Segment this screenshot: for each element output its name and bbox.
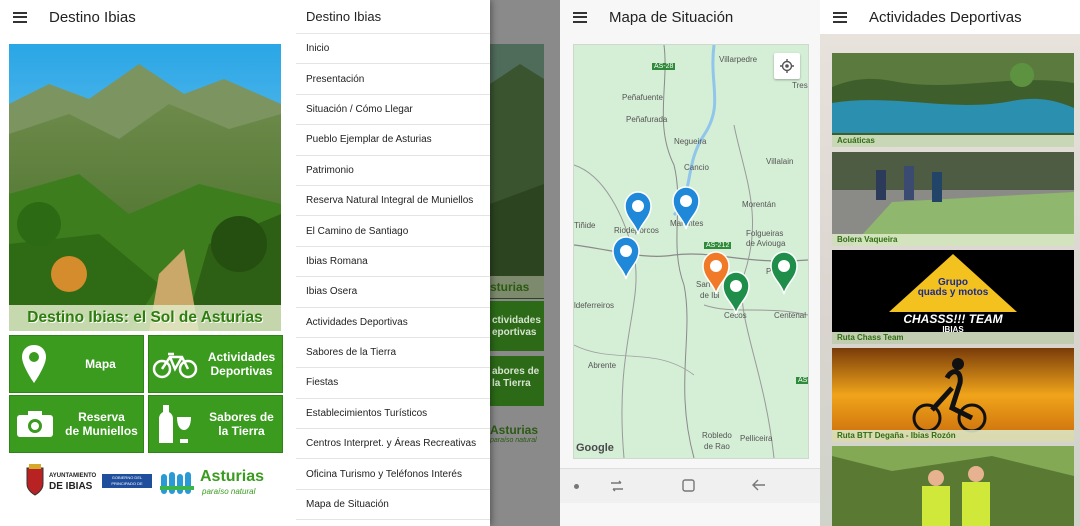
- app-title: Destino Ibias: [49, 8, 136, 26]
- menu-item-centros-interpret-y-areas-recreativas[interactable]: Centros Interpret. y Áreas Recreativas: [296, 429, 490, 460]
- tile-caption: Ruta Chass Team: [832, 332, 1074, 344]
- map-label: AS-28: [652, 63, 676, 70]
- home-screen: Destino Ibias Destino Ibias: el Sol de A…: [0, 0, 290, 526]
- menu-item-actividades-deportivas[interactable]: Actividades Deportivas: [296, 308, 490, 338]
- sabores-tierra-button[interactable]: Sabores de la Tierra: [148, 395, 283, 453]
- drawer-screen: sturias ctividades eportivas abores de la …: [296, 0, 560, 526]
- map-label: de Rao: [704, 442, 730, 451]
- dimmed-hero: [490, 44, 544, 299]
- map-label: Cecos: [724, 311, 747, 320]
- map-label: Villalain: [766, 157, 794, 166]
- drawer-menu: Inicio Presentación Situación / Cómo Llega…: [296, 34, 490, 521]
- map-label: Pelliceira: [740, 434, 773, 443]
- nav-dot-icon[interactable]: [574, 484, 579, 489]
- map-view[interactable]: AS-28 Villarpedre Peñafuente Peñafurada Negu…: [573, 44, 809, 459]
- app-title: Actividades Deportivas: [869, 8, 1022, 26]
- map-label: Riodeporcos: [614, 226, 659, 235]
- menu-item-reserva-natural-integral-de-muniellos[interactable]: Reserva Natural Integral de Muniellos: [296, 186, 490, 217]
- menu-item-inicio[interactable]: Inicio: [296, 34, 490, 65]
- tile-bolera-vaqueira[interactable]: Bolera Vaqueira: [832, 152, 1074, 246]
- map-roads: [574, 45, 808, 458]
- menu-icon[interactable]: [13, 11, 27, 23]
- mapa-button[interactable]: Mapa: [9, 335, 144, 393]
- map-label: Folgueiras: [746, 229, 784, 238]
- menu-item-pueblo-ejemplar-de-asturias[interactable]: Pueblo Ejemplar de Asturias: [296, 125, 490, 156]
- menu-icon[interactable]: [833, 11, 847, 23]
- sponsor-logos: AYUNTAMIENTO DE IBIAS GOBIERNO DEL PRINCI…: [20, 462, 270, 502]
- crosshair-icon: [780, 59, 794, 73]
- map-label: de Ibi: [700, 291, 720, 300]
- bottle-glass-icon: [149, 403, 201, 445]
- app-bar: Mapa de Situación: [560, 0, 733, 34]
- dimmed-background[interactable]: sturias ctividades eportivas abores de la …: [490, 0, 560, 526]
- reserva-muniellos-button[interactable]: Reserva de Muniellos: [9, 395, 144, 453]
- map-label: Marentes: [670, 219, 704, 228]
- map-label: Peñafuente: [622, 93, 663, 102]
- map-label: Centenal: [774, 311, 807, 320]
- map-label: Peñafurada: [626, 115, 668, 124]
- app-title: Mapa de Situación: [609, 8, 734, 26]
- tile-acuaticas[interactable]: Acuáticas: [832, 53, 1074, 147]
- map-label: Negueira: [674, 137, 707, 146]
- menu-item-ibias-osera[interactable]: Ibias Osera: [296, 277, 490, 308]
- map-label: Morentán: [742, 200, 776, 209]
- map-label: Villarpedre: [719, 55, 758, 64]
- gobierno-asturias-logo: GOBIERNO DEL PRINCIPADO DE ASTURIAS: [102, 466, 154, 498]
- tile-caption: Bolera Vaqueira: [832, 234, 1074, 246]
- map-label: AS-212: [704, 242, 732, 249]
- system-nav-bar: [560, 468, 820, 503]
- map-label: Cancio: [684, 163, 709, 172]
- bicycle-icon: [149, 349, 201, 379]
- map-marker-icon: [10, 344, 58, 384]
- menu-item-sabores-de-la-tierra[interactable]: Sabores de la Tierra: [296, 338, 490, 369]
- navigation-drawer: Destino Ibias Inicio Presentación Situació…: [296, 0, 490, 526]
- menu-item-establecimientos-turisticos[interactable]: Establecimientos Turísticos: [296, 399, 490, 430]
- tile-ruta-btt[interactable]: Ruta BTT Degaña - Ibias Rozón: [832, 348, 1074, 442]
- asturias-paraiso-logo: Asturias paraíso natural: [160, 466, 270, 498]
- map-label: Tres: [792, 81, 808, 90]
- menu-icon[interactable]: [573, 11, 587, 23]
- menu-item-patrimonio[interactable]: Patrimonio: [296, 156, 490, 186]
- map-label: Tiñide: [574, 221, 596, 230]
- map-label: de Aviouga: [746, 239, 786, 248]
- hero-caption: Destino Ibias: el Sol de Asturias: [9, 305, 281, 331]
- map-screen: Mapa de Situación AS-28 Villarpedre Peñafu…: [560, 0, 820, 526]
- my-location-button[interactable]: [774, 53, 800, 79]
- menu-item-el-camino-de-santiago[interactable]: El Camino de Santiago: [296, 216, 490, 247]
- actividades-deportivas-button[interactable]: Actividades Deportivas: [148, 335, 283, 393]
- home-icon[interactable]: [682, 479, 695, 492]
- ayuntamiento-logo: AYUNTAMIENTO DE IBIAS: [25, 464, 96, 498]
- map-label: ldeferreiros: [574, 301, 615, 310]
- google-attribution: Google: [576, 442, 614, 454]
- app-bar: Actividades Deportivas: [820, 0, 1080, 34]
- back-icon[interactable]: [752, 478, 766, 492]
- map-label: San: [696, 280, 711, 289]
- map-label: Pr: [766, 267, 774, 276]
- menu-item-presentacion[interactable]: Presentación: [296, 64, 490, 95]
- map-label: Abrente: [588, 361, 617, 370]
- tile-caption: Ruta BTT Degaña - Ibias Rozón: [832, 430, 1074, 442]
- tile-ruta-chass-team[interactable]: Grupo quads y motos CHASSS!!! TEAM IBIAS …: [832, 250, 1074, 344]
- app-bar: Destino Ibias: [0, 0, 136, 34]
- menu-item-fiestas[interactable]: Fiestas: [296, 368, 490, 399]
- map-label: AS-2: [796, 377, 808, 384]
- mountain-valley-photo: [9, 44, 281, 331]
- sports-screen: Actividades Deportivas Acuáticas Bolera …: [820, 0, 1080, 526]
- menu-item-situacion-como-llegar[interactable]: Situación / Cómo Llegar: [296, 95, 490, 126]
- camera-icon: [10, 410, 60, 438]
- menu-item-oficina-turismo-y-telefonos-interes[interactable]: Oficina Turismo y Teléfonos Interés: [296, 459, 490, 490]
- recent-apps-icon[interactable]: [610, 479, 624, 493]
- drawer-title: Destino Ibias: [296, 0, 490, 34]
- menu-item-ibias-romana[interactable]: Ibias Romana: [296, 247, 490, 278]
- tile-caption: Acuáticas: [832, 135, 1074, 147]
- map-label: Robledo: [702, 431, 732, 440]
- hero-image: Destino Ibias: el Sol de Asturias: [9, 44, 281, 331]
- tile-senderismo[interactable]: [832, 446, 1074, 526]
- menu-item-mapa-de-situacion[interactable]: Mapa de Situación: [296, 490, 490, 521]
